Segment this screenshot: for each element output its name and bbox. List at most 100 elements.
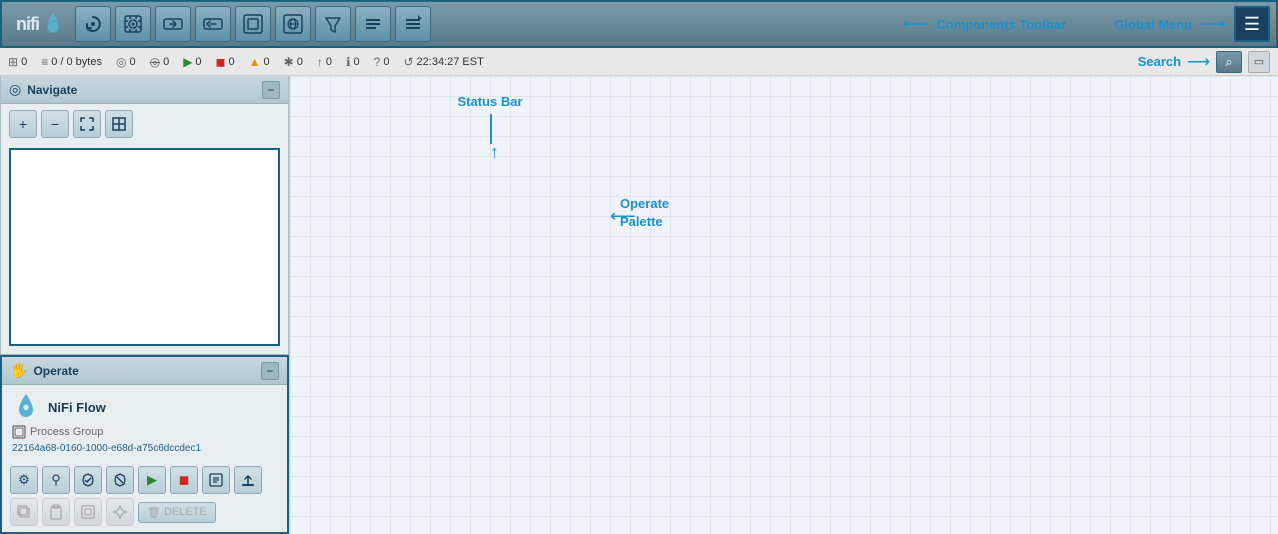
flow-name: NiFi Flow bbox=[48, 400, 106, 415]
error-value: 0 bbox=[297, 56, 303, 68]
io-bytes-value: 0 / 0 bytes bbox=[51, 56, 102, 68]
add-output-port-btn[interactable] bbox=[195, 6, 231, 42]
error-icon: ✱ bbox=[284, 55, 294, 69]
status-bar-annotation-label: Status Bar bbox=[457, 94, 522, 109]
navigate-collapse-btn[interactable]: − bbox=[262, 81, 280, 99]
nifi-text: nifi bbox=[16, 14, 39, 35]
move-to-parent-btn[interactable] bbox=[234, 466, 262, 494]
clock-value: 22:34:27 EST bbox=[417, 56, 484, 68]
add-label-btn[interactable] bbox=[355, 6, 391, 42]
zoom-out-btn[interactable]: − bbox=[41, 110, 69, 138]
navigate-canvas bbox=[9, 148, 280, 346]
queued-icon: ◎ bbox=[116, 55, 126, 69]
add-remote-group-btn[interactable] bbox=[275, 6, 311, 42]
operate-panel-header: 🖐 Operate − bbox=[2, 357, 287, 385]
process-group-small-icon bbox=[12, 425, 26, 439]
actual-size-icon bbox=[111, 116, 127, 132]
operate-panel: 🖐 Operate − NiFi Flow bbox=[0, 355, 289, 534]
queued-item: ◎ 0 bbox=[116, 55, 136, 69]
configure-icon: ⚙ bbox=[18, 472, 30, 488]
unknown-value: 0 bbox=[383, 56, 389, 68]
operate-palette-annotation-arrow: ⟵ bbox=[610, 206, 636, 227]
group-btn[interactable] bbox=[74, 498, 102, 526]
refresh-toolbar-btn[interactable] bbox=[75, 6, 111, 42]
global-menu-arrow: ⟶ bbox=[1200, 14, 1226, 35]
info-item: ℹ 0 bbox=[346, 55, 360, 69]
info-value: 0 bbox=[354, 56, 360, 68]
delete-icon: 🗑 bbox=[147, 506, 161, 519]
remote-group-icon bbox=[282, 13, 304, 35]
disable-btn[interactable] bbox=[106, 466, 134, 494]
invalid-icon: ◎ bbox=[150, 55, 160, 69]
enable-btn[interactable] bbox=[74, 466, 102, 494]
nifi-flow-logo-icon bbox=[13, 392, 39, 422]
input-port-icon bbox=[162, 13, 184, 35]
start-btn[interactable]: ▶ bbox=[138, 466, 166, 494]
processor-count-item: ⊞ 0 bbox=[8, 55, 27, 69]
disable-icon bbox=[112, 472, 128, 488]
search-label: Search bbox=[1138, 54, 1181, 69]
operate-info: NiFi Flow Process Group 22164a68-0160-10… bbox=[2, 385, 287, 462]
search-button[interactable]: ⌕ bbox=[1216, 51, 1242, 73]
components-toolbar: nifi bbox=[0, 0, 1278, 48]
components-toolbar-label: Components Toolbar bbox=[936, 17, 1066, 32]
create-template-icon bbox=[208, 472, 224, 488]
operate-flow-logo bbox=[12, 393, 40, 421]
navigate-panel: ◎ Navigate − + − bbox=[0, 76, 289, 355]
stop-icon: ◼ bbox=[179, 472, 190, 488]
stop-btn[interactable]: ◼ bbox=[170, 466, 198, 494]
template-btn[interactable] bbox=[202, 466, 230, 494]
processor-count-icon: ⊞ bbox=[8, 55, 18, 69]
color-btn[interactable] bbox=[106, 498, 134, 526]
operate-collapse-btn[interactable]: − bbox=[261, 362, 279, 380]
copy-btn[interactable] bbox=[10, 498, 38, 526]
zoom-in-btn[interactable]: + bbox=[9, 110, 37, 138]
navigate-panel-icon: ◎ bbox=[9, 81, 21, 98]
upload-template-btn[interactable] bbox=[395, 6, 431, 42]
variables-btn[interactable]: ⚲ bbox=[42, 466, 70, 494]
search-icon: ⌕ bbox=[1225, 54, 1232, 70]
flow-type: Process Group bbox=[30, 426, 103, 438]
zoom-in-icon: + bbox=[19, 116, 27, 132]
running-icon: ▶ bbox=[183, 55, 192, 69]
paste-btn[interactable] bbox=[42, 498, 70, 526]
nifi-drop-icon bbox=[43, 11, 63, 37]
fullscreen-button[interactable]: ▭ bbox=[1248, 51, 1270, 73]
zoom-out-icon: − bbox=[51, 116, 59, 132]
error-item: ✱ 0 bbox=[284, 55, 303, 69]
copy-icon bbox=[16, 504, 32, 520]
clock-icon: ↺ bbox=[403, 55, 413, 69]
delete-btn[interactable]: 🗑 DELETE bbox=[138, 502, 216, 523]
add-process-group-btn[interactable] bbox=[235, 6, 271, 42]
stopped-value: 0 bbox=[229, 56, 235, 68]
paste-icon bbox=[48, 504, 64, 520]
navigate-panel-header: ◎ Navigate − bbox=[1, 76, 288, 104]
group-icon bbox=[80, 504, 96, 520]
add-processor-btn[interactable] bbox=[115, 6, 151, 42]
status-bar: ⊞ 0 ≡ 0 / 0 bytes ◎ 0 ◎ 0 ▶ 0 ◼ 0 ▲ 0 ✱ … bbox=[0, 48, 1278, 76]
invalid-value: 0 bbox=[163, 56, 169, 68]
nifi-logo: nifi bbox=[8, 11, 71, 37]
operate-buttons-row1: ⚙ ⚲ ▶ bbox=[2, 462, 287, 498]
info-icon: ℹ bbox=[346, 55, 351, 69]
configure-btn[interactable]: ⚙ bbox=[10, 466, 38, 494]
global-menu-btn[interactable]: ☰ bbox=[1234, 6, 1270, 42]
invalid-item: ◎ 0 bbox=[150, 55, 170, 69]
add-funnel-btn[interactable] bbox=[315, 6, 351, 42]
actual-size-btn[interactable] bbox=[105, 110, 133, 138]
clock-item: ↺ 22:34:27 EST bbox=[403, 55, 483, 69]
delete-label: DELETE bbox=[164, 506, 207, 518]
running-value: 0 bbox=[195, 56, 201, 68]
processor-count-value: 0 bbox=[21, 56, 27, 68]
left-panel: ◎ Navigate − + − bbox=[0, 76, 290, 534]
navigate-collapse-icon: − bbox=[267, 83, 274, 97]
navigate-panel-title: Navigate bbox=[27, 83, 262, 97]
warning-value: 0 bbox=[264, 56, 270, 68]
add-input-port-btn[interactable] bbox=[155, 6, 191, 42]
search-arrow-icon: ⟶ bbox=[1187, 52, 1210, 72]
fit-screen-btn[interactable] bbox=[73, 110, 101, 138]
unknown-item: ? 0 bbox=[374, 55, 390, 69]
fit-screen-icon bbox=[79, 116, 95, 132]
transmitting-icon: ↑ bbox=[317, 55, 323, 69]
operate-buttons-row2: 🗑 DELETE bbox=[2, 498, 287, 532]
